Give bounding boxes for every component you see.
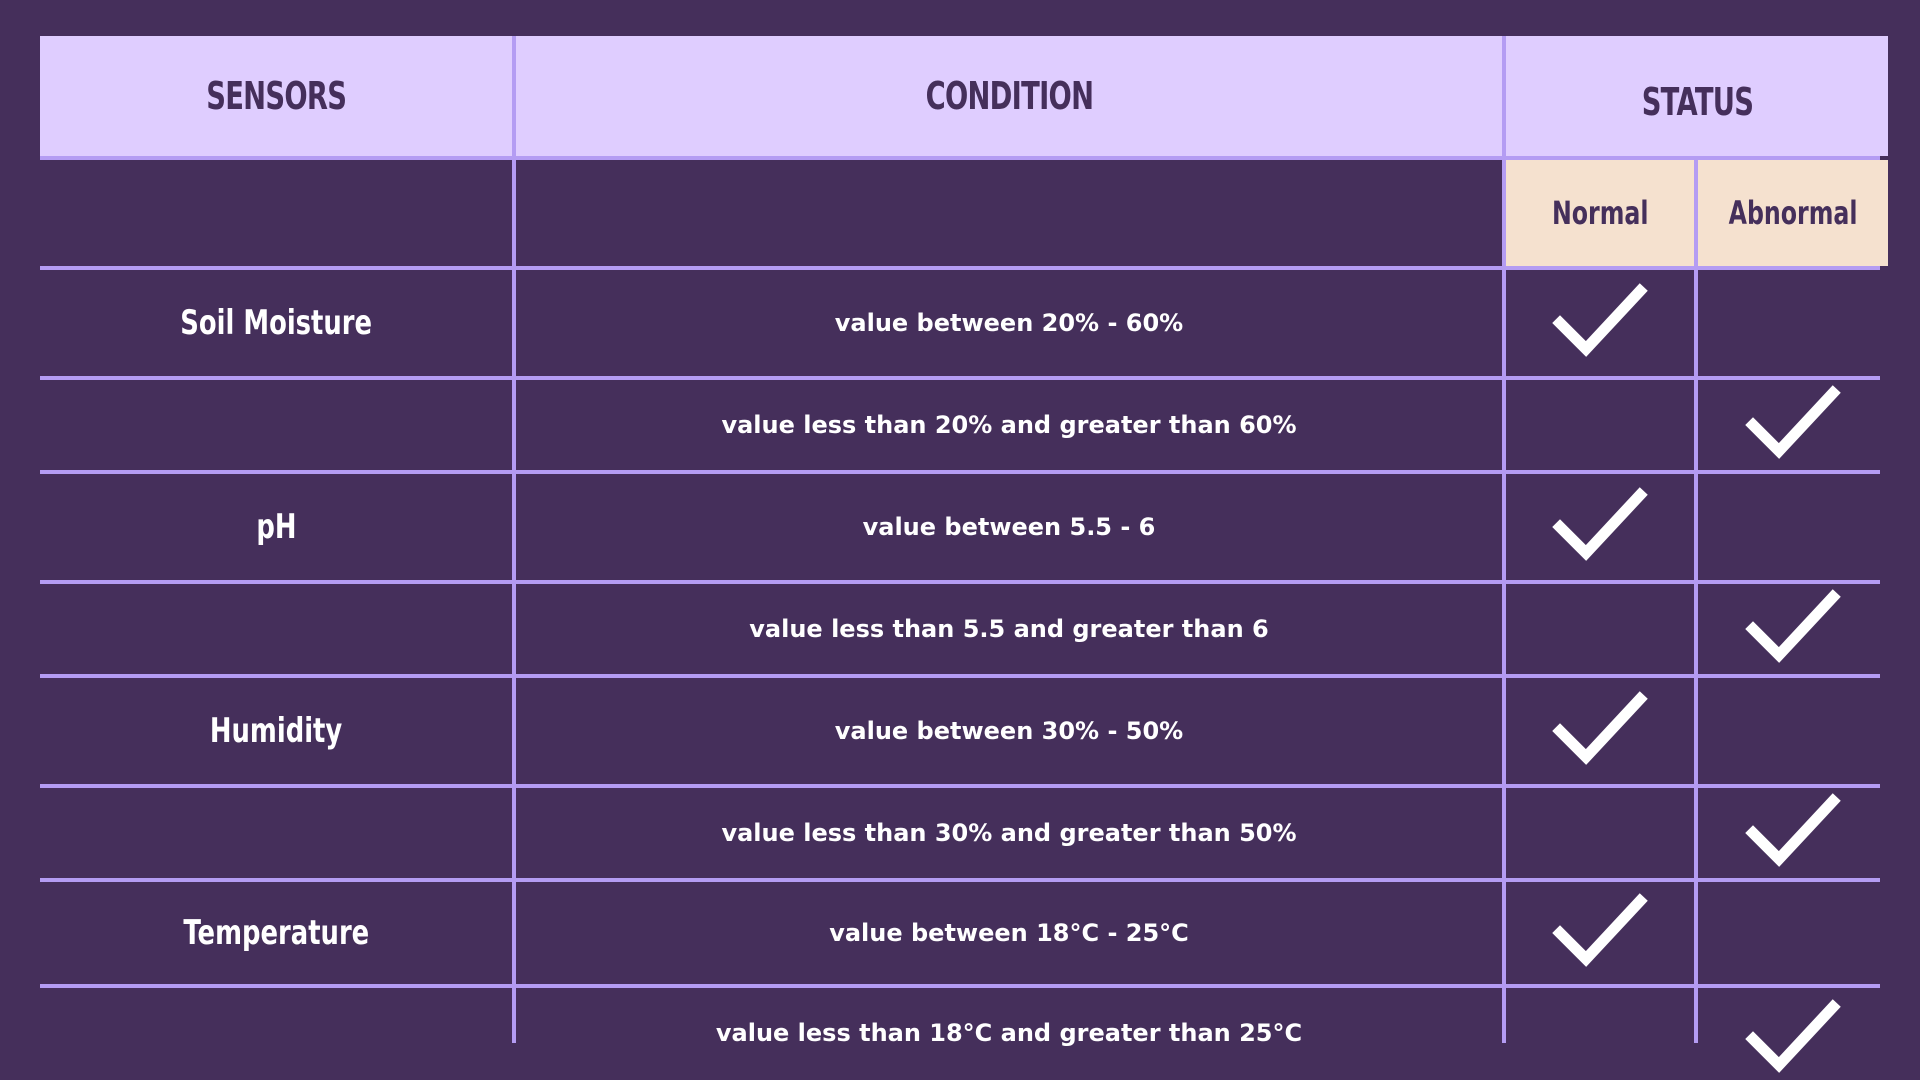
table-cell-sensor [40,584,512,674]
table-cell-sensor: pH [40,474,512,580]
condition-text: value less than 30% and greater than 50% [721,819,1297,847]
table-cell-condition: value less than 5.5 and greater than 6 [516,584,1502,674]
subheader-normal-label: Normal [1551,194,1649,232]
condition-text: value less than 20% and greater than 60% [721,411,1297,439]
sensor-label: pH [255,507,297,547]
subheader-empty-sensors [40,160,512,266]
table-cell-normal [1506,474,1694,580]
table-cell-normal [1506,788,1694,878]
sensor-label: Humidity [209,711,343,751]
header-sensors: SENSORS [40,36,512,156]
table-cell-condition: value less than 20% and greater than 60% [516,380,1502,470]
table-cell-normal [1506,678,1694,784]
table-cell-abnormal [1698,988,1888,1077]
subheader-empty-condition [516,160,1502,266]
table-cell-normal [1506,988,1694,1077]
table-cell-sensor: Soil Moisture [40,270,512,376]
table-cell-condition: value between 20% - 60% [516,270,1502,376]
condition-text: value between 20% - 60% [834,309,1184,337]
table-cell-normal [1506,380,1694,470]
table-cell-abnormal [1698,882,1888,984]
sensor-label: Soil Moisture [180,303,372,343]
table-cell-sensor [40,380,512,470]
header-status-label: STATUS [1641,80,1753,124]
header-condition: CONDITION [516,36,1502,156]
condition-text: value less than 5.5 and greater than 6 [749,615,1269,643]
table-cell-normal [1506,270,1694,376]
subheader-abnormal: Abnormal [1698,160,1888,266]
sensor-label: Temperature [183,913,369,953]
table-cell-condition: value less than 18°C and greater than 25… [516,988,1502,1077]
table-cell-normal [1506,882,1694,984]
header-sensors-label: SENSORS [206,74,347,118]
table-cell-abnormal [1698,380,1888,470]
header-status: STATUS [1506,36,1888,156]
table-cell-sensor: Temperature [40,882,512,984]
table-cell-abnormal [1698,678,1888,784]
table-cell-abnormal [1698,788,1888,878]
subheader-normal: Normal [1506,160,1694,266]
condition-text: value between 30% - 50% [834,717,1184,745]
table-cell-abnormal [1698,584,1888,674]
table-cell-normal [1506,584,1694,674]
table-cell-abnormal [1698,270,1888,376]
table-cell-sensor [40,988,512,1077]
table-cell-abnormal [1698,474,1888,580]
table-cell-condition: value between 18°C - 25°C [516,882,1502,984]
sensor-status-table: SENSORS CONDITION STATUS Normal Abnormal… [40,36,1888,1077]
condition-text: value between 18°C - 25°C [829,919,1189,947]
table-cell-condition: value between 5.5 - 6 [516,474,1502,580]
table-cell-sensor [40,788,512,878]
table-cell-condition: value between 30% - 50% [516,678,1502,784]
table-cell-condition: value less than 30% and greater than 50% [516,788,1502,878]
condition-text: value less than 18°C and greater than 25… [715,1018,1303,1047]
subheader-abnormal-label: Abnormal [1728,194,1858,232]
header-condition-label: CONDITION [925,74,1093,118]
table-cell-sensor: Humidity [40,678,512,784]
condition-text: value between 5.5 - 6 [862,513,1156,541]
